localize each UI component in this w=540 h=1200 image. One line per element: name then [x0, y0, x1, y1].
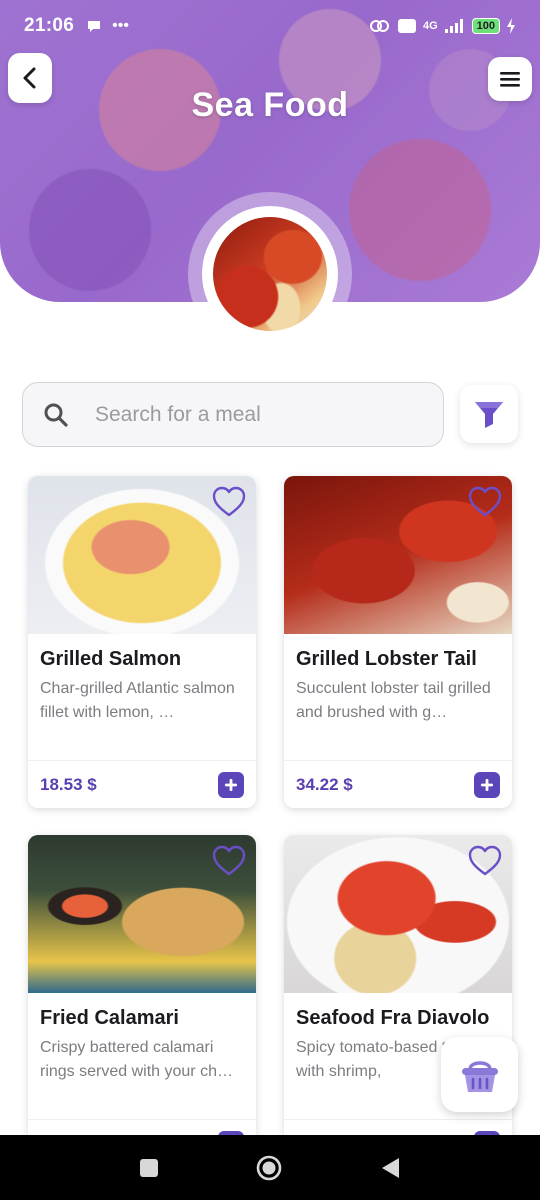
add-to-cart-button[interactable]	[474, 771, 500, 798]
filter-icon	[475, 402, 503, 428]
heart-outline-icon[interactable]	[468, 845, 502, 877]
meal-description: Crispy battered calamari rings served wi…	[40, 1039, 233, 1080]
meal-card-footer: 18.53 $	[28, 760, 256, 808]
menu-button[interactable]	[488, 57, 532, 101]
plus-icon	[481, 778, 493, 791]
hamburger-menu-icon	[500, 72, 520, 87]
basket-icon	[461, 1060, 498, 1092]
plus-icon	[225, 778, 237, 791]
meal-card-body: Fried Calamari Crispy battered calamari …	[28, 993, 256, 1119]
hotspot-icon	[369, 20, 389, 32]
status-notification-icons: •••	[86, 18, 129, 34]
meal-title: Grilled Lobster Tail	[296, 648, 477, 670]
search-input[interactable]: Search for a meal	[22, 382, 444, 447]
battery-indicator: 100	[471, 18, 500, 34]
page-title: Sea Food	[191, 86, 349, 124]
charging-icon	[507, 18, 515, 34]
network-type: 4G	[422, 20, 438, 32]
filter-button[interactable]	[460, 385, 518, 443]
status-time: 21:06	[24, 15, 75, 36]
screen: 21:06 ••• 4G 100 Sea Food Search for a m…	[0, 0, 540, 1200]
meal-image	[28, 835, 256, 993]
add-to-cart-button[interactable]	[218, 771, 244, 798]
back-triangle-icon[interactable]	[379, 1156, 401, 1180]
meal-card-footer: 34.22 $	[284, 760, 512, 808]
volte-icon	[397, 19, 416, 33]
chat-bubble-icon	[88, 21, 101, 32]
meal-title: Seafood Fra Diavolo	[296, 1007, 490, 1029]
recents-square-icon[interactable]	[139, 1158, 159, 1178]
meal-image	[284, 835, 512, 993]
search-icon	[44, 403, 68, 427]
home-circle-icon[interactable]	[255, 1154, 283, 1182]
more-dots-icon: •••	[112, 17, 129, 34]
meal-title: Grilled Salmon	[40, 648, 182, 670]
meal-image	[284, 476, 512, 634]
cart-button[interactable]	[441, 1037, 518, 1112]
signal-icon	[444, 19, 463, 33]
heart-outline-icon[interactable]	[212, 845, 246, 877]
meal-card-body: Grilled Salmon Char-grilled Atlantic sal…	[28, 634, 256, 760]
category-avatar-image	[213, 217, 327, 331]
meal-description: Char-grilled Atlantic salmon fillet with…	[40, 680, 235, 721]
heart-outline-icon[interactable]	[468, 486, 502, 518]
meal-title: Fried Calamari	[40, 1007, 179, 1029]
back-button[interactable]	[8, 53, 52, 103]
chevron-left-icon	[23, 67, 36, 89]
meal-price: 34.22 $	[296, 774, 353, 794]
meal-card-grilled-lobster-tail[interactable]: Grilled Lobster Tail Succulent lobster t…	[284, 476, 512, 808]
search-placeholder: Search for a meal	[95, 402, 261, 426]
meal-card-body: Grilled Lobster Tail Succulent lobster t…	[284, 634, 512, 760]
meal-description: Succulent lobster tail grilled and brush…	[296, 680, 491, 721]
meal-price: 18.53 $	[40, 774, 97, 794]
heart-outline-icon[interactable]	[212, 486, 246, 518]
status-bar: 21:06 ••• 4G 100	[0, 0, 540, 52]
status-right-icons: 4G 100	[369, 18, 516, 34]
meal-card-seafood-fra-diavolo[interactable]: Seafood Fra Diavolo Spicy tomato-based t…	[284, 835, 512, 1167]
meal-card-grilled-salmon[interactable]: Grilled Salmon Char-grilled Atlantic sal…	[28, 476, 256, 808]
meal-image	[28, 476, 256, 634]
meal-card-fried-calamari[interactable]: Fried Calamari Crispy battered calamari …	[28, 835, 256, 1167]
system-navigation-bar	[0, 1135, 540, 1200]
